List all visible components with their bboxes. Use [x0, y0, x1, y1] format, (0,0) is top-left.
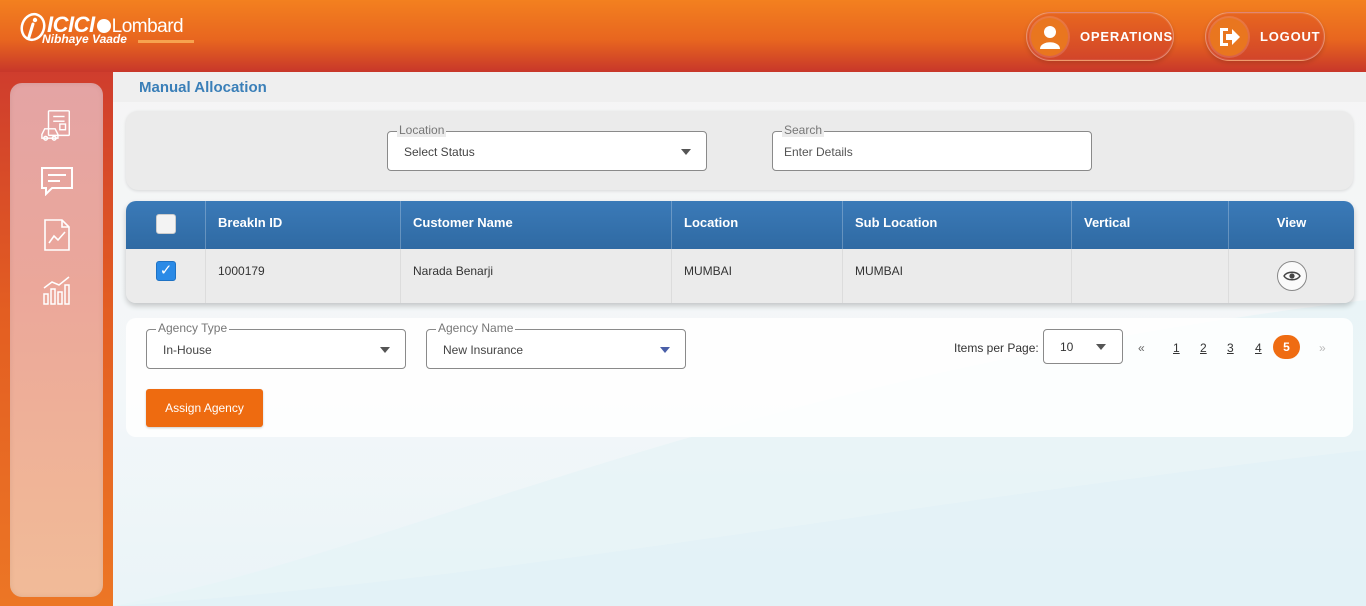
logo-tagline: Nibhaye Vaade	[42, 32, 127, 46]
agency-type-select[interactable]: Agency Type In-House	[146, 321, 406, 369]
eye-icon	[1283, 271, 1301, 281]
logo-underline	[138, 40, 194, 43]
column-header-breakin-id: BreakIn ID	[206, 201, 401, 249]
logout-label: LOGOUT	[1260, 29, 1321, 44]
cell-breakin-id: 1000179	[206, 249, 401, 303]
items-per-page-select[interactable]: 10	[1043, 329, 1123, 364]
pagination-page-2[interactable]: 2	[1200, 341, 1207, 355]
filter-panel	[126, 111, 1353, 190]
cell-location: MUMBAI	[672, 249, 843, 303]
items-per-page-label: Items per Page:	[954, 341, 1039, 355]
chevron-down-icon	[660, 347, 670, 353]
report-icon[interactable]	[40, 218, 74, 252]
logout-icon	[1210, 17, 1248, 56]
agency-type-label: Agency Type	[156, 321, 230, 335]
location-value: Select Status	[404, 145, 475, 159]
operations-label: OPERATIONS	[1080, 29, 1173, 44]
table-header: BreakIn ID Customer Name Location Sub Lo…	[126, 201, 1354, 249]
claim-document-icon[interactable]	[40, 108, 74, 142]
location-select[interactable]: Location Select Status	[387, 123, 707, 171]
assign-agency-button[interactable]: Assign Agency	[146, 389, 263, 427]
chevron-down-icon	[1096, 344, 1106, 350]
column-header-view: View	[1276, 215, 1307, 230]
select-all-cell	[126, 201, 206, 249]
pagination-next[interactable]: »	[1319, 341, 1326, 355]
pagination-page-1[interactable]: 1	[1173, 341, 1180, 355]
row-select-cell: ✓	[126, 249, 206, 303]
location-label: Location	[397, 123, 447, 137]
breakin-table: BreakIn ID Customer Name Location Sub Lo…	[126, 201, 1354, 303]
search-placeholder: Enter Details	[784, 145, 853, 159]
select-all-checkbox[interactable]	[156, 214, 176, 234]
message-icon[interactable]	[40, 164, 74, 198]
app-header: ICICI Lombard Nibhaye Vaade OPERATIONS LO…	[0, 0, 1366, 72]
cell-customer-name: Narada Benarji	[401, 249, 672, 303]
page-title: Manual Allocation	[139, 79, 267, 96]
agency-name-label: Agency Name	[436, 321, 516, 335]
cell-sub-location: MUMBAI	[843, 249, 1072, 303]
search-input[interactable]: Search Enter Details	[772, 123, 1092, 171]
agency-name-select[interactable]: Agency Name New Insurance	[426, 321, 686, 369]
icici-lombard-logo[interactable]: ICICI Lombard Nibhaye Vaade	[20, 10, 200, 50]
search-label: Search	[782, 123, 825, 137]
operations-button[interactable]: OPERATIONS	[1026, 12, 1174, 61]
agency-type-value: In-House	[163, 343, 212, 357]
view-button[interactable]	[1277, 261, 1307, 291]
column-header-vertical: Vertical	[1072, 201, 1229, 249]
pagination-prev[interactable]: «	[1138, 341, 1145, 355]
chevron-down-icon	[681, 149, 691, 155]
title-bar	[113, 72, 1366, 102]
analytics-chart-icon[interactable]	[40, 273, 74, 307]
items-per-page-value: 10	[1060, 340, 1074, 354]
pagination-page-4[interactable]: 4	[1255, 341, 1262, 355]
sidebar	[10, 83, 103, 597]
table-row[interactable]: ✓ 1000179 Narada Benarji MUMBAI MUMBAI	[126, 249, 1354, 303]
pagination-page-3[interactable]: 3	[1227, 341, 1234, 355]
column-header-sub-location: Sub Location	[843, 201, 1072, 249]
logout-button[interactable]: LOGOUT	[1205, 12, 1325, 61]
user-icon	[1031, 17, 1068, 56]
column-header-location: Location	[672, 201, 843, 249]
agency-name-value: New Insurance	[443, 343, 524, 357]
pagination-page-current[interactable]: 5	[1273, 335, 1300, 359]
row-checkbox-checked[interactable]: ✓	[156, 261, 176, 281]
cell-vertical	[1072, 249, 1229, 303]
chevron-down-icon	[380, 347, 390, 353]
column-header-customer-name: Customer Name	[401, 201, 672, 249]
